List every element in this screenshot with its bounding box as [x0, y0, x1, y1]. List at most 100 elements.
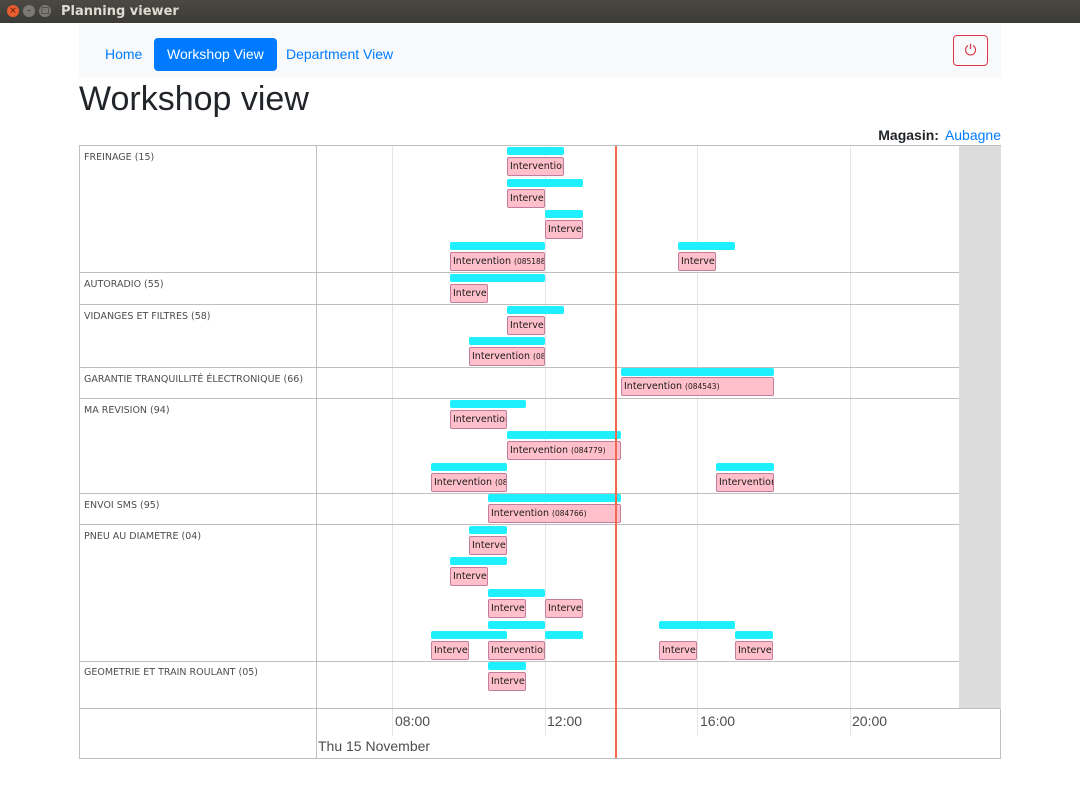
item-text: Intervention: [453, 414, 507, 425]
nav-home-link[interactable]: Home: [92, 38, 155, 71]
timeline[interactable]: FREINAGE (15) Intervention Interver Inte…: [79, 145, 1001, 759]
intervention-item[interactable]: Interver: [488, 672, 526, 691]
group-row: GARANTIE TRANQUILLITÉ ÉLECTRONIQUE (66) …: [80, 368, 959, 399]
item-text: Interver: [434, 645, 469, 656]
item-progress-bar: [488, 621, 545, 629]
intervention-item[interactable]: Intervention: [716, 473, 774, 492]
intervention-item[interactable]: Intervention: [450, 410, 507, 429]
item-text: Intervention: [453, 256, 511, 267]
intervention-item[interactable]: Interver: [431, 641, 469, 660]
group-row: AUTORADIO (55) Interver: [80, 273, 959, 305]
intervention-item[interactable]: Interver: [735, 641, 773, 660]
intervention-item[interactable]: Interver: [678, 252, 716, 271]
item-progress-bar: [488, 494, 621, 502]
item-text: Interver: [491, 676, 526, 687]
store-selector: Magasin: Aubagne: [878, 127, 1001, 143]
axis-tick-label: 12:00: [547, 713, 583, 729]
intervention-item[interactable]: Interver: [545, 599, 583, 618]
group-row: GEOMETRIE ET TRAIN ROULANT (05) Interver: [80, 661, 959, 709]
intervention-item[interactable]: Interver: [488, 599, 526, 618]
item-progress-bar: [545, 631, 583, 639]
group-label: FREINAGE (15): [84, 152, 155, 163]
item-progress-bar: [678, 242, 735, 250]
group-row: PNEU AU DIAMETRE (04) Interver Interver …: [80, 525, 959, 662]
intervention-item[interactable]: Intervention (0850: [431, 473, 507, 492]
item-text: Intervention: [510, 445, 568, 456]
item-code: (084779): [571, 446, 606, 455]
axis-date-label: Thu 15 November: [318, 738, 431, 754]
page-title: Workshop view: [79, 80, 309, 118]
intervention-item[interactable]: Intervention (084543): [621, 377, 774, 396]
window-titlebar: × – □ Planning viewer: [0, 0, 1080, 23]
intervention-item[interactable]: Intervention (0848: [469, 347, 545, 366]
item-text: Intervention: [624, 381, 682, 392]
intervention-item[interactable]: Intervention: [488, 641, 545, 660]
nav-workshop-view-link[interactable]: Workshop View: [154, 38, 277, 71]
window-maximize-button[interactable]: □: [39, 5, 51, 17]
intervention-item[interactable]: Interver: [469, 536, 507, 555]
navbar: Home Workshop View Department View ⏻: [79, 24, 1001, 78]
axis-tick-label: 08:00: [395, 713, 431, 729]
intervention-item[interactable]: Interver: [450, 284, 488, 303]
group-row: VIDANGES ET FILTRES (58) Interver Interv…: [80, 305, 959, 368]
item-progress-bar: [507, 306, 564, 314]
intervention-item[interactable]: Interver: [507, 189, 545, 208]
intervention-item[interactable]: Intervention: [507, 157, 564, 176]
item-progress-bar: [469, 526, 507, 534]
logout-button[interactable]: ⏻: [953, 35, 988, 66]
group-label: MA REVISION (94): [84, 405, 170, 416]
group-label: GEOMETRIE ET TRAIN ROULANT (05): [84, 667, 259, 678]
store-link[interactable]: Aubagne: [945, 127, 1001, 143]
window-minimize-button[interactable]: –: [23, 5, 35, 17]
item-text: Interver: [662, 645, 697, 656]
item-progress-bar: [431, 463, 507, 471]
item-code: (085188): [514, 257, 544, 266]
intervention-item[interactable]: Interver: [450, 567, 488, 586]
intervention-item[interactable]: Interver: [507, 316, 545, 335]
store-label: Magasin:: [878, 127, 939, 143]
current-time-marker: [615, 146, 617, 758]
intervention-item[interactable]: Interver: [659, 641, 697, 660]
group-label: VIDANGES ET FILTRES (58): [84, 311, 211, 322]
item-text: Interver: [738, 645, 773, 656]
intervention-item[interactable]: Intervention (085188): [450, 252, 545, 271]
item-progress-bar: [507, 179, 583, 187]
item-text: Intervention: [491, 508, 549, 519]
item-progress-bar: [450, 557, 507, 565]
item-progress-bar: [507, 431, 621, 439]
group-label: PNEU AU DIAMETRE (04): [84, 531, 202, 542]
axis-tick-label: 20:00: [852, 713, 888, 729]
item-progress-bar: [450, 400, 526, 408]
group-row: MA REVISION (94) Intervention Interventi…: [80, 399, 959, 494]
item-code: (0850: [495, 478, 506, 487]
item-progress-bar: [507, 147, 564, 155]
group-label: AUTORADIO (55): [84, 279, 164, 290]
item-progress-bar: [431, 631, 507, 639]
item-progress-bar: [488, 662, 526, 670]
item-progress-bar: [488, 589, 545, 597]
item-progress-bar: [545, 210, 583, 218]
item-text: Intervention: [472, 351, 530, 362]
item-text: Interver: [548, 224, 583, 235]
item-text: Intervention: [719, 477, 774, 488]
window-close-button[interactable]: ×: [7, 5, 19, 17]
intervention-item[interactable]: Interver: [545, 220, 583, 239]
item-progress-bar: [450, 274, 545, 282]
item-progress-bar: [621, 368, 774, 376]
item-code: (084543): [685, 382, 720, 391]
item-code: (084766): [552, 509, 587, 518]
item-text: Intervention: [491, 645, 545, 656]
intervention-item[interactable]: Intervention (084766): [488, 504, 621, 523]
item-text: Intervention: [434, 477, 492, 488]
item-text: Interver: [510, 193, 545, 204]
nav-department-view-link[interactable]: Department View: [273, 38, 406, 71]
axis-tick-label: 16:00: [700, 713, 736, 729]
item-text: Interver: [491, 603, 526, 614]
item-text: Interver: [681, 256, 716, 267]
item-code: (0848: [533, 352, 544, 361]
item-progress-bar: [716, 463, 774, 471]
group-label: ENVOI SMS (95): [84, 500, 160, 511]
item-progress-bar: [469, 337, 545, 345]
group-label: GARANTIE TRANQUILLITÉ ÉLECTRONIQUE (66): [84, 374, 304, 385]
intervention-item[interactable]: Intervention (084779): [507, 441, 621, 460]
